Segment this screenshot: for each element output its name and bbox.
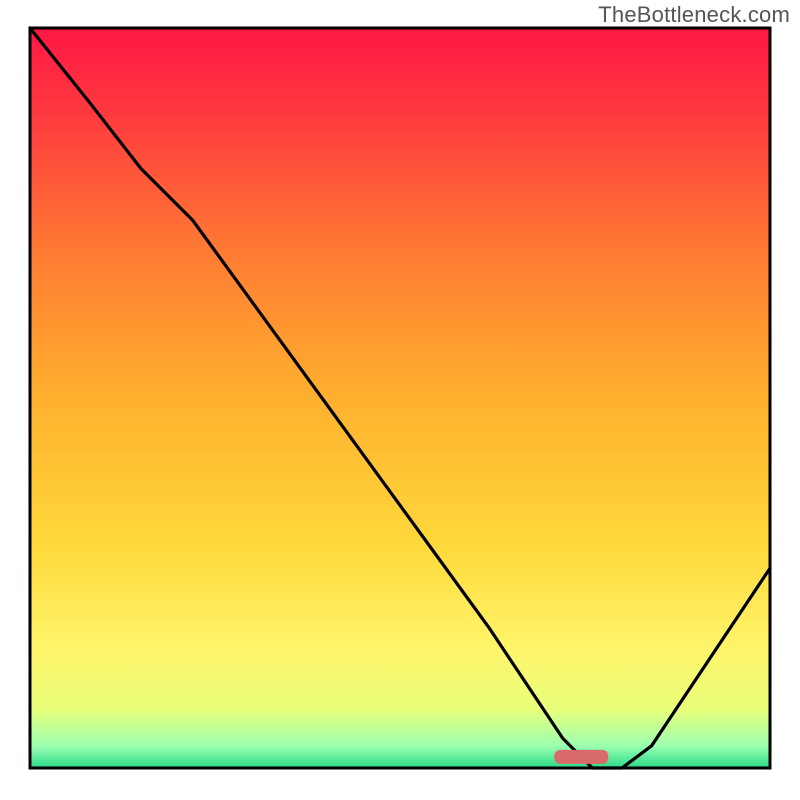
- optimal-marker: [554, 750, 608, 764]
- plot-background: [30, 28, 770, 768]
- watermark-text: TheBottleneck.com: [598, 2, 790, 28]
- bottleneck-plot: [0, 0, 800, 800]
- chart-container: TheBottleneck.com: [0, 0, 800, 800]
